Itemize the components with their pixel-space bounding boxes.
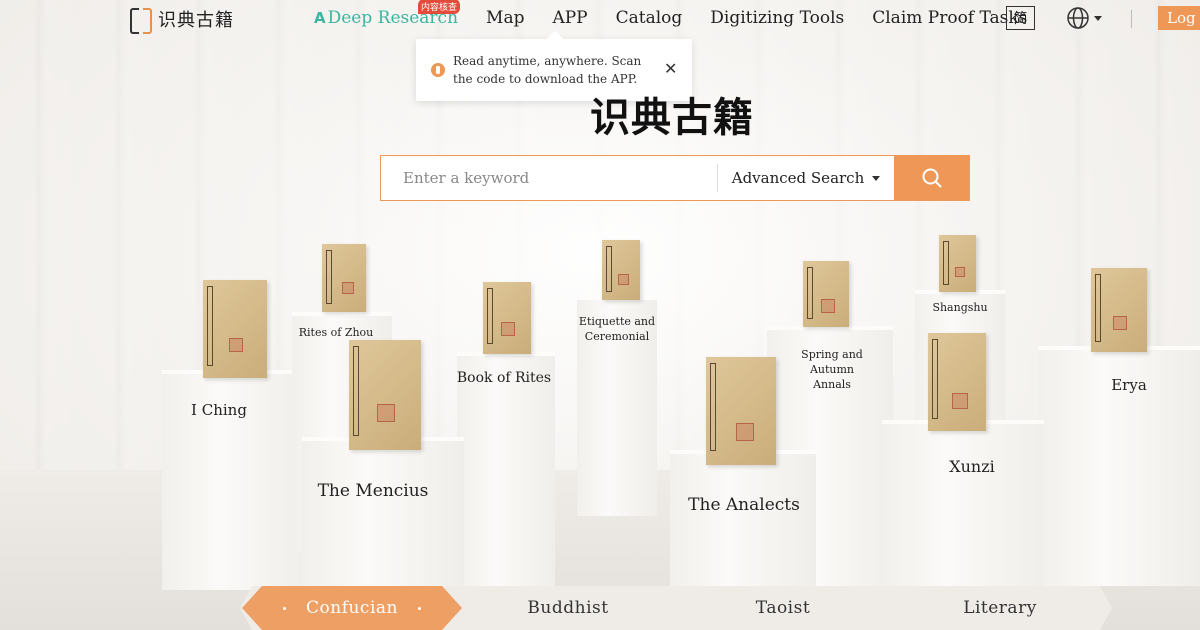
book-cover-xunzi[interactable]	[928, 333, 986, 431]
logo-text: 识典古籍	[158, 10, 234, 31]
search-input[interactable]	[381, 156, 717, 200]
tab-confucian[interactable]: Confucian	[242, 586, 462, 630]
advanced-search-label: Advanced Search	[731, 169, 865, 187]
pedestal	[302, 437, 464, 597]
pedestal	[670, 450, 816, 600]
advanced-search-dropdown[interactable]: Advanced Search	[718, 156, 894, 200]
close-icon[interactable]: ✕	[664, 59, 677, 78]
book-title-the-mencius[interactable]: The Mencius	[302, 481, 444, 501]
search-button[interactable]	[894, 155, 970, 201]
book-title-book-of-rites[interactable]: Book of Rites	[455, 370, 553, 386]
book-title-xunzi[interactable]: Xunzi	[922, 457, 1022, 476]
main-nav: A Deep Research 内容核查 Map APP Catalog Dig…	[314, 0, 1055, 28]
book-cover-shangshu[interactable]	[939, 235, 976, 292]
nav-app[interactable]: APP	[552, 8, 587, 28]
dot-icon	[417, 606, 421, 610]
header-divider	[1131, 10, 1132, 28]
book-title-shangshu[interactable]: Shangshu	[920, 301, 1000, 314]
logo-icon	[130, 7, 152, 34]
site-title: 识典古籍	[590, 95, 754, 141]
nav-catalog[interactable]: Catalog	[616, 8, 683, 28]
book-cover-book-of-rites[interactable]	[483, 282, 531, 354]
book-cover-i-ching[interactable]	[203, 280, 267, 378]
book-title-etiquette-and-ceremonial[interactable]: Etiquette and Ceremonial	[577, 314, 657, 344]
book-cover-the-analects[interactable]	[706, 357, 776, 465]
pedestal	[457, 352, 555, 592]
book-title-rites-of-zhou[interactable]: Rites of Zhou	[292, 326, 380, 339]
search-icon	[922, 168, 942, 188]
content-check-badge: 内容核查	[418, 0, 461, 14]
dot-icon	[283, 606, 286, 610]
book-cover-erya[interactable]	[1091, 268, 1147, 352]
language-selector[interactable]	[1066, 6, 1102, 30]
logo[interactable]: 识典古籍	[130, 6, 234, 34]
book-title-spring-and-autumn-annals[interactable]: Spring and Autumn Annals	[796, 347, 868, 392]
globe-icon	[1067, 7, 1089, 29]
header: 识典古籍 A Deep Research 内容核查 Map APP Catalo…	[0, 0, 1200, 38]
tab-buddhist[interactable]: Buddhist	[478, 586, 658, 630]
search-bar: Advanced Search	[380, 155, 970, 201]
tab-taoist[interactable]: Taoist	[693, 586, 873, 630]
tab-confucian-label: Confucian	[306, 598, 398, 618]
login-button[interactable]: Log I	[1158, 6, 1200, 30]
book-title-i-ching[interactable]: I Ching	[162, 401, 276, 419]
popup-message: Read anytime, anywhere. Scan the code to…	[453, 54, 642, 86]
simplified-chinese-toggle[interactable]: 简	[1006, 6, 1035, 30]
book-cover-etiquette-and-ceremonial[interactable]	[602, 240, 640, 300]
book-cover-the-mencius[interactable]	[349, 340, 421, 450]
book-title-the-analects[interactable]: The Analects	[680, 495, 808, 515]
pedestal	[882, 420, 1044, 595]
deep-research-icon: A	[314, 9, 326, 27]
info-icon	[431, 63, 445, 77]
chevron-down-icon	[1094, 15, 1102, 21]
nav-map[interactable]: Map	[486, 8, 524, 28]
nav-deep-research[interactable]: A Deep Research 内容核查	[314, 0, 461, 28]
category-tabs: Confucian Buddhist Taoist Literary	[240, 586, 1112, 630]
nav-claim-proof-tasks[interactable]: Claim Proof Tasks	[872, 8, 1027, 28]
nav-digitizing-tools[interactable]: Digitizing Tools	[710, 8, 844, 28]
chevron-down-icon	[872, 175, 881, 181]
tab-literary[interactable]: Literary	[910, 586, 1090, 630]
book-cover-spring-and-autumn-annals[interactable]	[803, 261, 849, 327]
book-title-erya[interactable]: Erya	[1089, 376, 1169, 394]
book-cover-rites-of-zhou[interactable]	[322, 244, 366, 312]
